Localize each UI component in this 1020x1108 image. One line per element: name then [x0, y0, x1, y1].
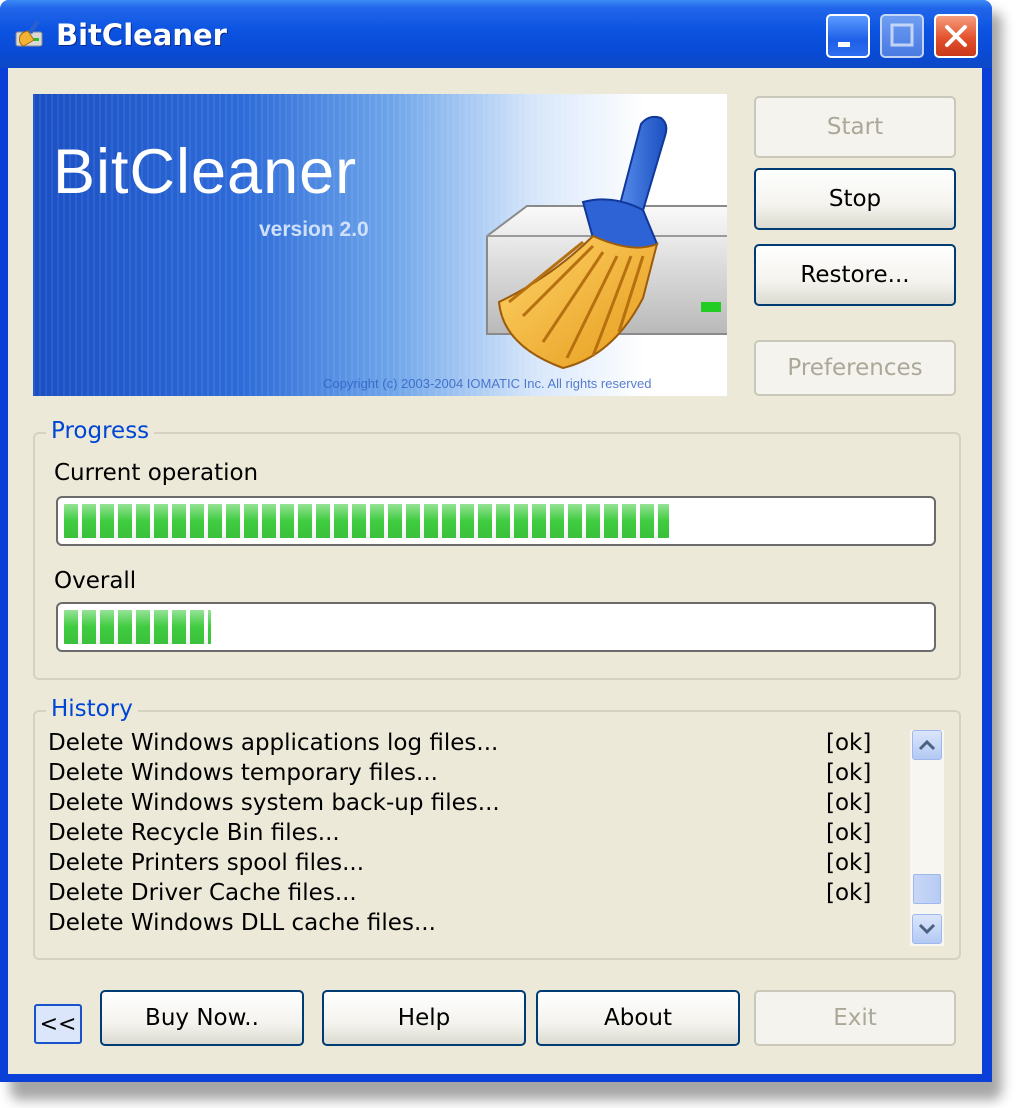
banner-copyright: Copyright (c) 2003-2004 IOMATIC Inc. All… — [323, 376, 652, 391]
history-row-text: Delete Driver Cache files... — [48, 880, 357, 906]
history-row-status: [ok] — [826, 730, 872, 756]
title-bar[interactable]: BitCleaner — [0, 0, 992, 68]
about-button[interactable]: About — [536, 990, 740, 1046]
close-button[interactable] — [934, 14, 978, 58]
product-banner: BitCleaner version 2.0 Copyright (c) 200… — [33, 94, 727, 396]
history-row: Delete Driver Cache files... [ok] — [48, 880, 908, 910]
overall-label: Overall — [54, 568, 137, 594]
history-row-text: Delete Windows applications log files... — [48, 730, 499, 756]
chevron-up-icon — [918, 739, 936, 751]
chevron-down-icon — [918, 923, 936, 935]
history-list[interactable]: Delete Windows applications log files...… — [48, 730, 908, 950]
minimize-button[interactable] — [826, 14, 870, 58]
history-row: Delete Printers spool files... [ok] — [48, 850, 908, 880]
current-operation-progress-bar — [56, 496, 936, 546]
history-row: Delete Windows temporary files... [ok] — [48, 760, 908, 790]
banner-version: version 2.0 — [259, 218, 369, 241]
maximize-icon — [890, 23, 914, 47]
history-row-text: Delete Printers spool files... — [48, 850, 365, 876]
scroll-up-button[interactable] — [912, 730, 942, 760]
help-button[interactable]: Help — [322, 990, 526, 1046]
app-window: BitCleaner BitCleaner version 2.0 Copyri… — [0, 0, 992, 1082]
progress-group-label: Progress — [46, 418, 155, 444]
history-row: Delete Windows DLL cache files... — [48, 910, 908, 940]
broom-app-icon — [15, 20, 43, 47]
history-scrollbar[interactable] — [910, 730, 944, 946]
overall-progress-bar — [56, 602, 936, 652]
start-button[interactable]: Start — [754, 96, 956, 158]
history-row-status: [ok] — [826, 760, 872, 786]
banner-title: BitCleaner — [53, 137, 358, 207]
history-row: Delete Windows system back-up files... [… — [48, 790, 908, 820]
buy-now-button[interactable]: Buy Now.. — [100, 990, 304, 1046]
overall-progress-fill — [64, 610, 211, 644]
window-title: BitCleaner — [56, 18, 227, 52]
current-operation-label: Current operation — [54, 460, 259, 486]
history-row-status: [ok] — [826, 850, 872, 876]
history-row-status: [ok] — [826, 880, 872, 906]
history-row-text: Delete Windows temporary files... — [48, 760, 438, 786]
history-row-text: Delete Windows system back-up files... — [48, 790, 500, 816]
client-area: BitCleaner version 2.0 Copyright (c) 200… — [8, 68, 982, 1074]
scroll-thumb[interactable] — [913, 874, 941, 904]
close-icon — [945, 25, 967, 47]
history-row-text: Delete Recycle Bin files... — [48, 820, 340, 846]
history-row: Delete Recycle Bin files... [ok] — [48, 820, 908, 850]
scroll-down-button[interactable] — [912, 914, 942, 944]
history-row-status: [ok] — [826, 790, 872, 816]
restore-button[interactable]: Restore... — [754, 244, 956, 306]
preferences-button[interactable]: Preferences — [754, 340, 956, 396]
history-row-text: Delete Windows DLL cache files... — [48, 910, 436, 936]
stop-button[interactable]: Stop — [754, 168, 956, 230]
history-group-label: History — [46, 696, 138, 722]
maximize-button[interactable] — [880, 14, 924, 58]
collapse-button[interactable]: << — [34, 1004, 82, 1044]
history-row-status: [ok] — [826, 820, 872, 846]
broom-disk-illustration — [486, 115, 727, 370]
history-row: Delete Windows applications log files...… — [48, 730, 908, 760]
exit-button[interactable]: Exit — [754, 990, 956, 1046]
minimize-icon — [838, 42, 850, 47]
current-operation-progress-fill — [64, 504, 669, 538]
